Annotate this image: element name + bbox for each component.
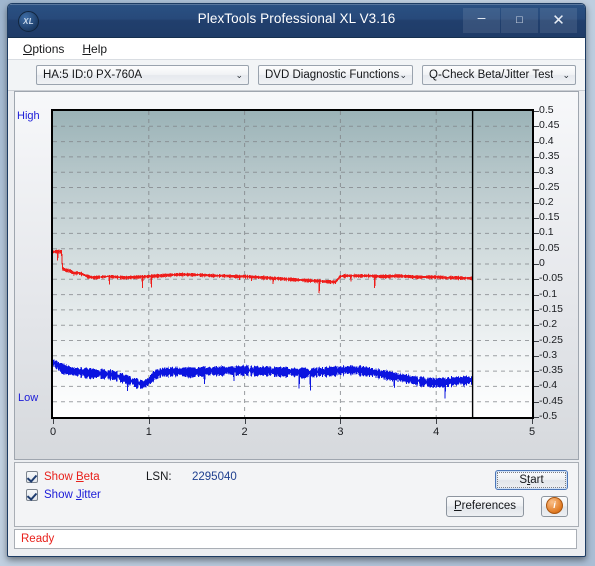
chart-panel: High Low 0.5 0.45 0.4 0.35 0.3 0.25 0.2 0.15 0.1… [14, 91, 579, 460]
menu-item-help[interactable]: Help [82, 42, 107, 56]
y-axis-tick-label: -0.35 [539, 364, 563, 377]
y-axis-tick-mark [534, 325, 539, 327]
x-axis-tick-mark [532, 419, 533, 424]
x-axis-tick-label: 1 [145, 426, 152, 438]
maximize-button[interactable]: □ [501, 8, 538, 33]
x-axis-tick-mark [53, 419, 54, 424]
y-axis-tick-label: 0.1 [539, 226, 554, 239]
application-window: XL PlexTools Professional XL V3.16 – □ ✕… [7, 3, 586, 557]
y-axis-tick-mark [534, 264, 539, 265]
y-axis-tick-label: -0.45 [539, 394, 563, 407]
y-axis-tick-mark [534, 340, 539, 342]
preferences-button-label: Preferences [453, 500, 516, 512]
lsn-value: 2295040 [192, 471, 237, 483]
y-axis-tick-mark [534, 401, 539, 403]
y-axis-tick-label: -0.15 [539, 302, 563, 315]
title-bar: XL PlexTools Professional XL V3.16 – □ ✕ [8, 4, 585, 38]
y-axis-tick-mark [534, 279, 539, 281]
selector-toolbar: HA:5 ID:0 PX-760A ⌄ DVD Diagnostic Funct… [8, 60, 585, 91]
y-axis-tick-mark [534, 417, 539, 418]
y-axis-tick-label: -0.25 [539, 333, 563, 346]
y-axis-tick-label: 0.35 [539, 149, 560, 162]
y-axis-tick-label: -0.05 [539, 272, 563, 285]
x-axis-tick-mark [340, 419, 342, 424]
y-axis-tick-label: -0.4 [539, 379, 558, 392]
drive-select-value: HA:5 ID:0 PX-760A [43, 69, 143, 81]
start-button-label: Start [497, 472, 566, 488]
chevron-down-icon: ⌄ [399, 69, 407, 80]
y-axis-tick-mark [534, 371, 539, 373]
x-axis-tick-label: 3 [337, 426, 344, 438]
status-text: Ready [21, 533, 55, 545]
desktop-background: XL PlexTools Professional XL V3.16 – □ ✕… [0, 0, 595, 566]
y-axis-tick-label: -0.5 [539, 410, 558, 422]
y-axis-tick-mark [534, 294, 539, 296]
start-button[interactable]: Start [495, 470, 568, 490]
status-bar: Ready [14, 529, 577, 549]
lsn-label: LSN: [146, 471, 172, 483]
y-axis-tick-label: 0.2 [539, 195, 554, 208]
y-axis-tick-label: 0.5 [539, 104, 554, 116]
x-axis-tick-label: 0 [49, 426, 57, 438]
y-axis-tick-mark [534, 218, 539, 220]
y-axis-tick-mark [534, 172, 539, 174]
x-axis-tick-label: 5 [528, 426, 536, 438]
y-axis-tick-mark [534, 141, 539, 143]
y-axis-tick-mark [534, 248, 539, 250]
y-axis-tick-mark [534, 355, 539, 357]
x-axis-tick-mark [244, 419, 246, 424]
axis-label-low: Low [18, 392, 39, 404]
close-button[interactable]: ✕ [540, 8, 577, 33]
chevron-down-icon: ⌄ [235, 69, 243, 80]
chevron-down-icon: ⌄ [562, 69, 570, 80]
menu-item-options[interactable]: Options [23, 42, 64, 56]
function-select-value: DVD Diagnostic Functions [265, 69, 400, 81]
minimize-button[interactable]: – [463, 8, 500, 33]
plot-area [51, 109, 534, 419]
close-icon: ✕ [552, 12, 565, 29]
y-axis-tick-label: 0.45 [539, 119, 560, 132]
y-axis-tick-mark [534, 156, 539, 158]
x-axis-tick-mark [436, 419, 438, 424]
preferences-button[interactable]: Preferences [446, 496, 524, 517]
menu-bar: Options Help [8, 38, 585, 60]
y-axis-tick-label: -0.2 [539, 318, 558, 331]
y-axis-tick-label: 0.3 [539, 165, 554, 178]
plot-svg [53, 111, 532, 417]
test-select-value: Q-Check Beta/Jitter Test [429, 69, 554, 81]
y-axis-tick-label: 0.25 [539, 180, 560, 193]
minimize-icon: – [477, 9, 486, 25]
info-icon: i [546, 497, 563, 515]
y-axis-tick-label: -0.1 [539, 287, 558, 300]
show-beta-label: Show Beta [44, 471, 100, 483]
x-axis-tick-label: 2 [241, 426, 248, 438]
x-axis-tick-label: 4 [433, 426, 440, 438]
beta-jitter-chart: High Low 0.5 0.45 0.4 0.35 0.3 0.25 0.2 0.15 0.1… [15, 92, 578, 459]
show-jitter-checkbox[interactable] [26, 489, 38, 501]
y-axis-tick-mark [534, 126, 539, 128]
y-axis-tick-mark [534, 233, 539, 235]
y-axis-tick-label: 0.15 [539, 211, 560, 224]
maximize-icon: □ [516, 14, 523, 26]
y-axis-tick-label: 0.05 [539, 241, 560, 254]
show-beta-checkbox[interactable] [26, 471, 38, 483]
y-axis-tick-label: 0 [539, 257, 545, 269]
y-axis-tick-label: -0.3 [539, 348, 558, 361]
controls-panel: Show Beta Show Jitter LSN: 2295040 Start… [14, 462, 579, 527]
show-beta-checkbox-row[interactable]: Show Beta [26, 471, 100, 483]
test-select[interactable]: Q-Check Beta/Jitter Test ⌄ [422, 65, 576, 85]
y-axis-tick-mark [534, 309, 539, 311]
drive-select[interactable]: HA:5 ID:0 PX-760A ⌄ [36, 65, 249, 85]
y-axis-tick-mark [534, 187, 539, 189]
info-button[interactable]: i [541, 496, 568, 517]
y-axis-tick-mark [534, 111, 539, 112]
x-axis-tick-mark [148, 419, 150, 424]
function-select[interactable]: DVD Diagnostic Functions ⌄ [258, 65, 413, 85]
y-axis-tick-mark [534, 202, 539, 204]
show-jitter-checkbox-row[interactable]: Show Jitter [26, 489, 101, 501]
y-axis-tick-mark [534, 386, 539, 388]
axis-label-high: High [17, 110, 40, 122]
y-axis-tick-label: 0.4 [539, 134, 554, 147]
show-jitter-label: Show Jitter [44, 489, 101, 501]
